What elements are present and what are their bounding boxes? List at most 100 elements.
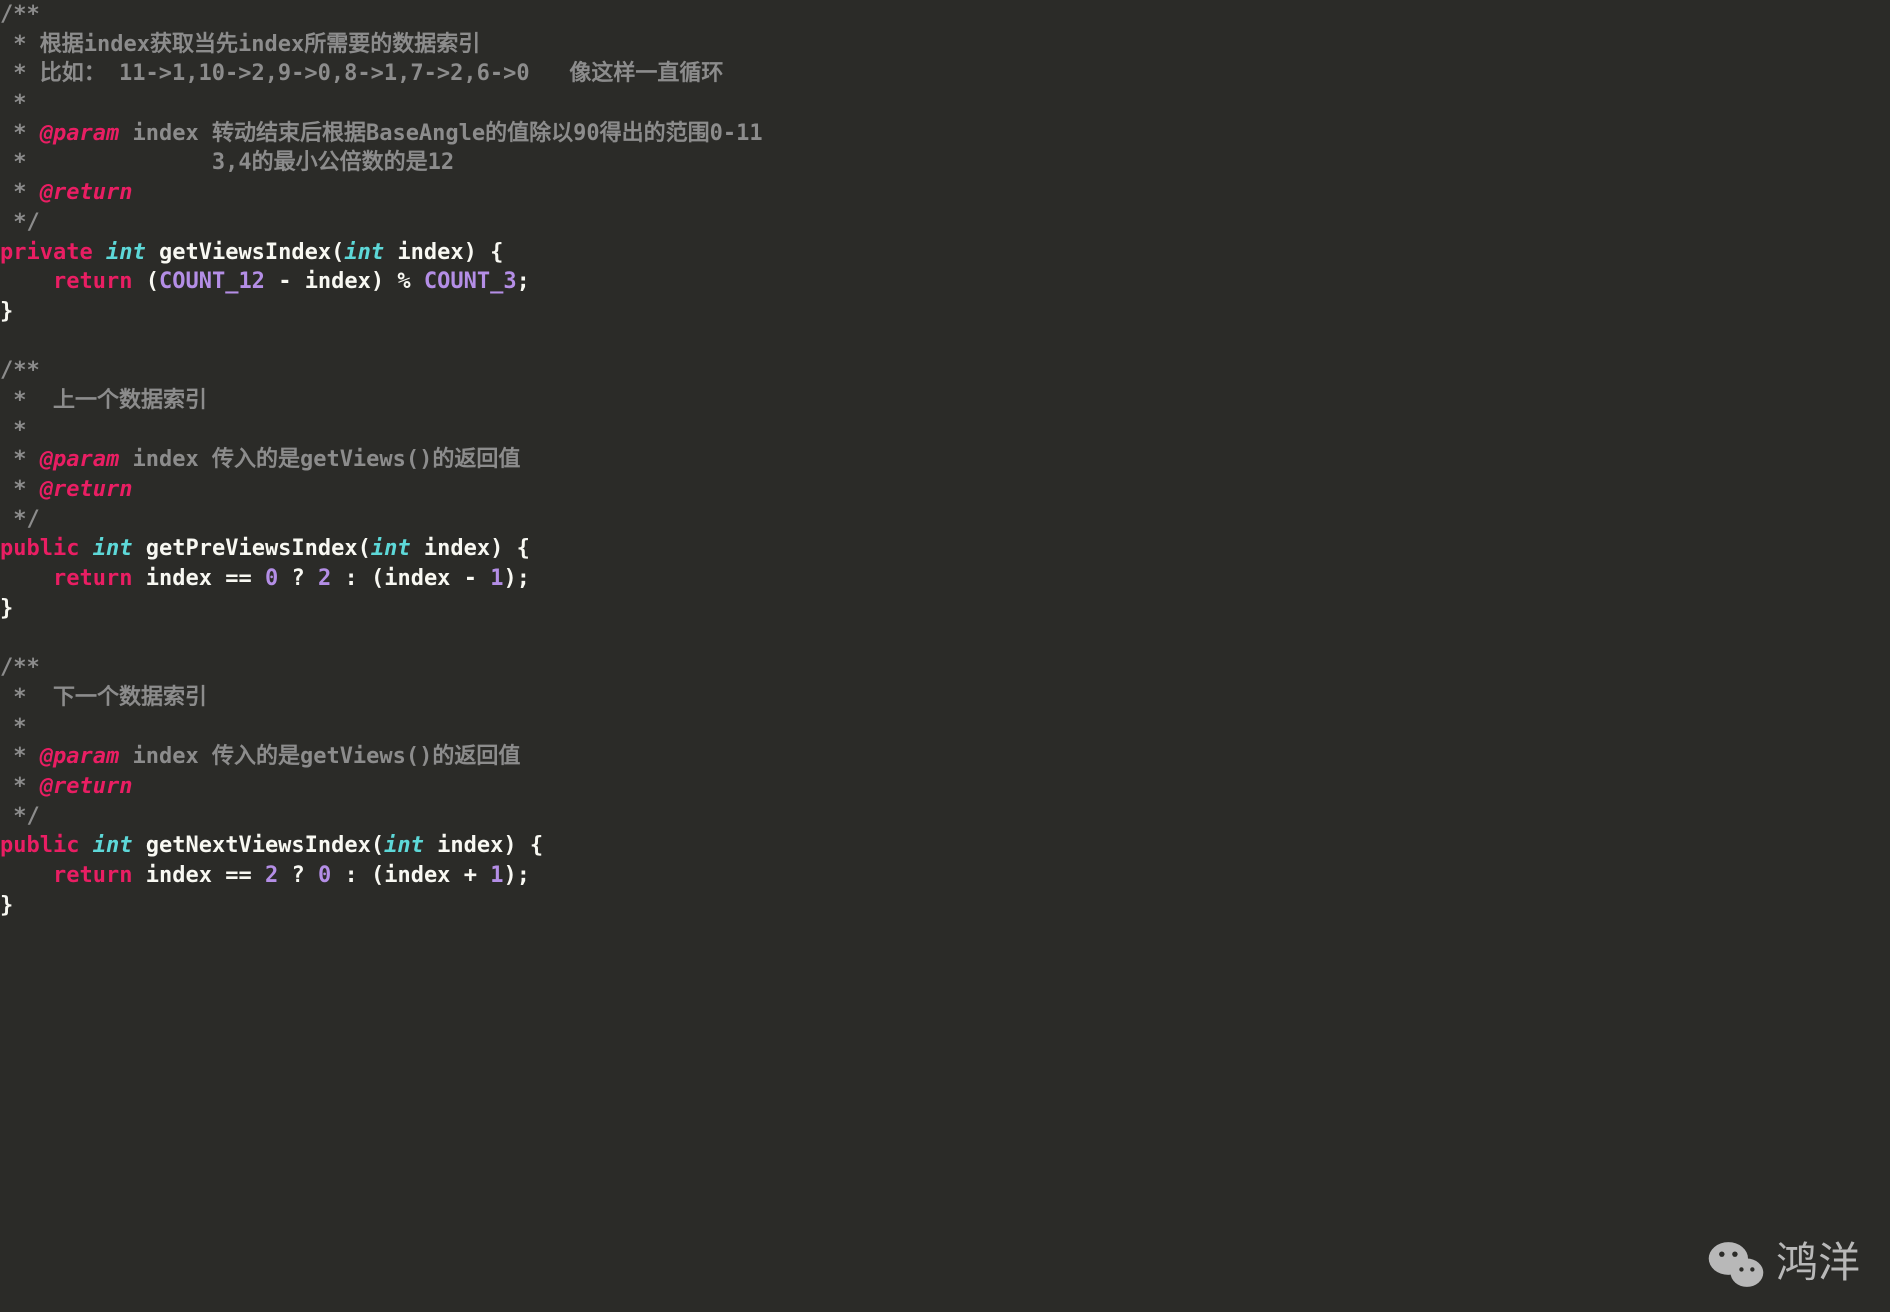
doc-text: 3,4的最小公倍数的是12: [212, 150, 454, 175]
doc-open: /**: [0, 358, 40, 383]
doc-close: */: [0, 507, 40, 532]
paren: (: [371, 566, 384, 591]
paren: ): [503, 833, 516, 858]
doc-line: *: [0, 121, 40, 146]
constant: COUNT_3: [424, 269, 517, 294]
paren: (: [358, 536, 371, 561]
javadoc-param-tag: @param: [40, 447, 119, 472]
operator: ==: [225, 863, 252, 888]
doc-line: *: [0, 685, 53, 710]
type-keyword: int: [93, 833, 133, 858]
wechat-icon: [1708, 1240, 1764, 1288]
code-editor[interactable]: /** * 根据index获取当先index所需要的数据索引 * 比如： 11-…: [0, 0, 1890, 920]
doc-text: 上一个数据索引: [53, 388, 207, 413]
doc-line: *: [0, 744, 40, 769]
paren: (: [371, 863, 384, 888]
operator: ?: [291, 566, 304, 591]
param-var: index: [424, 536, 490, 561]
param-name: index: [119, 447, 212, 472]
operator: :: [344, 566, 357, 591]
doc-line: *: [0, 61, 40, 86]
identifier: index: [384, 863, 450, 888]
type-keyword: int: [371, 536, 411, 561]
paren: (: [371, 833, 384, 858]
paren: (: [331, 240, 344, 265]
number: 1: [490, 566, 503, 591]
type-keyword: int: [93, 536, 133, 561]
doc-line: *: [0, 180, 40, 205]
operator: ?: [291, 863, 304, 888]
javadoc-param-tag: @param: [40, 121, 119, 146]
javadoc-return-tag: @return: [40, 774, 133, 799]
doc-text: 比如： 11->1,10->2,9->0,8->1,7->2,6->0 像这样一…: [40, 61, 724, 86]
brace: }: [0, 299, 13, 324]
identifier: index: [146, 863, 212, 888]
param-name: index: [119, 121, 212, 146]
doc-text: 根据index获取当先index所需要的数据索引: [40, 32, 480, 57]
type-keyword: int: [384, 833, 424, 858]
modifier-keyword: public: [0, 536, 79, 561]
brace: {: [530, 833, 543, 858]
brace: }: [0, 596, 13, 621]
param-desc: 传入的是getViews()的返回值: [212, 744, 520, 769]
paren: ): [490, 536, 503, 561]
javadoc-return-tag: @return: [40, 180, 133, 205]
param-desc: 传入的是getViews()的返回值: [212, 447, 520, 472]
watermark-text: 鸿洋: [1776, 1235, 1860, 1292]
identifier: index: [146, 566, 212, 591]
param-desc: 转动结束后根据BaseAngle的值除以90得出的范围0-11: [212, 121, 763, 146]
identifier: index: [384, 566, 450, 591]
doc-close: */: [0, 210, 40, 235]
number: 2: [265, 863, 278, 888]
brace: {: [517, 536, 530, 561]
param-name: index: [119, 744, 212, 769]
type-keyword: int: [106, 240, 146, 265]
method-name: getViewsIndex: [159, 240, 331, 265]
type-keyword: int: [344, 240, 384, 265]
paren: ): [371, 269, 384, 294]
paren: ): [503, 566, 516, 591]
doc-line: *: [0, 91, 27, 116]
doc-close: */: [0, 804, 40, 829]
constant: COUNT_12: [159, 269, 265, 294]
paren: ): [464, 240, 477, 265]
brace: }: [0, 893, 13, 918]
doc-line: *: [0, 477, 40, 502]
javadoc-param-tag: @param: [40, 744, 119, 769]
method-name: getPreViewsIndex: [146, 536, 358, 561]
operator: -: [278, 269, 291, 294]
javadoc-return-tag: @return: [40, 477, 133, 502]
return-keyword: return: [53, 269, 132, 294]
param-var: index: [437, 833, 503, 858]
doc-open: /**: [0, 2, 40, 27]
doc-line: *: [0, 418, 27, 443]
semicolon: ;: [517, 863, 530, 888]
doc-line: *: [0, 388, 53, 413]
brace: {: [490, 240, 503, 265]
number: 0: [265, 566, 278, 591]
modifier-keyword: private: [0, 240, 93, 265]
doc-line: *: [0, 715, 27, 740]
doc-text: 下一个数据索引: [53, 685, 207, 710]
param-var: index: [397, 240, 463, 265]
doc-line: *: [0, 32, 40, 57]
doc-line: *: [0, 447, 40, 472]
doc-line: *: [0, 150, 212, 175]
return-keyword: return: [53, 566, 132, 591]
operator: +: [464, 863, 477, 888]
method-name: getNextViewsIndex: [146, 833, 371, 858]
paren: (: [146, 269, 159, 294]
return-keyword: return: [53, 863, 132, 888]
number: 1: [490, 863, 503, 888]
operator: ==: [225, 566, 252, 591]
watermark: 鸿洋: [1708, 1235, 1860, 1292]
doc-open: /**: [0, 655, 40, 680]
identifier: index: [305, 269, 371, 294]
operator: :: [344, 863, 357, 888]
semicolon: ;: [517, 566, 530, 591]
operator: -: [464, 566, 477, 591]
paren: ): [503, 863, 516, 888]
modifier-keyword: public: [0, 833, 79, 858]
operator: %: [397, 269, 410, 294]
number: 0: [318, 863, 331, 888]
